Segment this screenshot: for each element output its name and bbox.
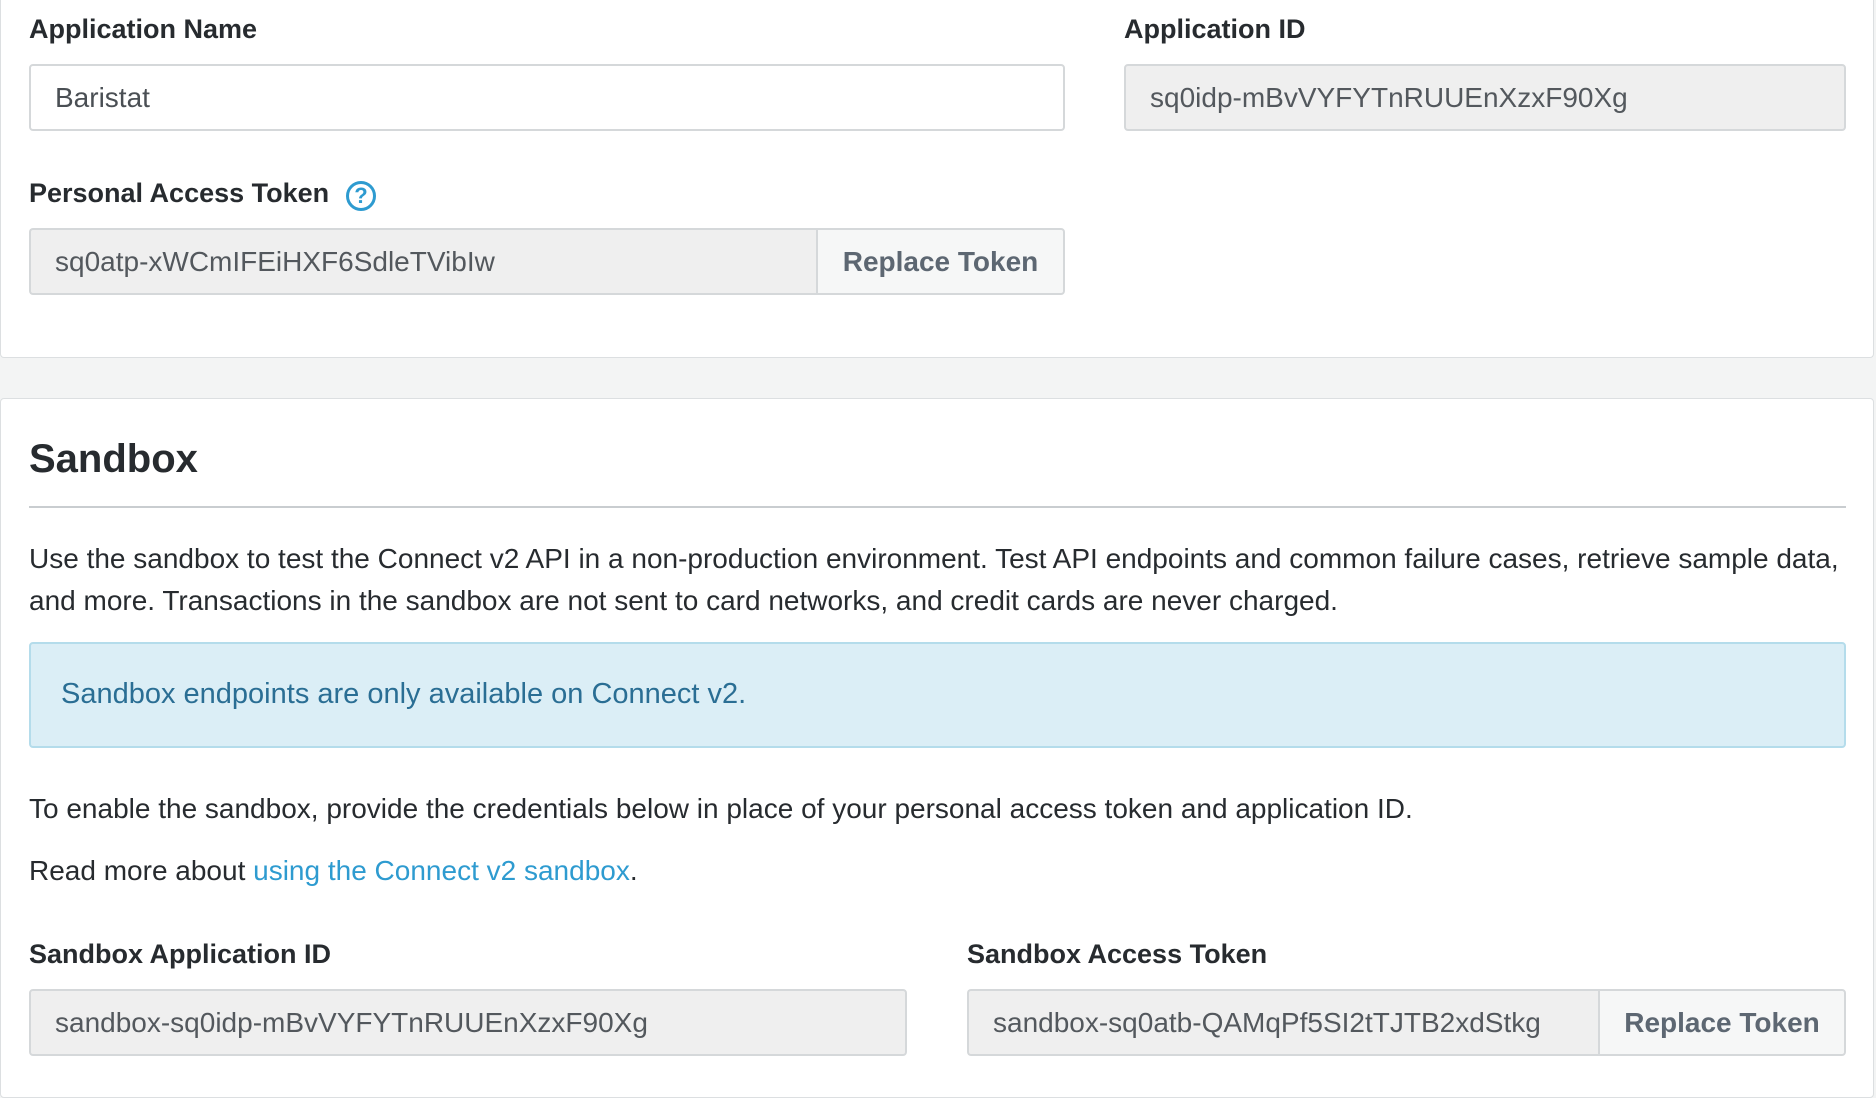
enable-sandbox-text: To enable the sandbox, provide the crede… bbox=[29, 793, 1413, 824]
application-id-label: Application ID bbox=[1124, 14, 1306, 44]
app-credentials-panel: Application Name Baristat Application ID… bbox=[0, 0, 1874, 358]
read-more-suffix: . bbox=[629, 855, 638, 886]
sandbox-application-id-field[interactable]: sandbox-sq0idp-mBvVYFYTnRUUEnXzxF90Xg bbox=[29, 989, 907, 1056]
sandbox-replace-token-button[interactable]: Replace Token bbox=[1598, 989, 1846, 1056]
application-name-label: Application Name bbox=[29, 14, 258, 44]
sandbox-docs-link[interactable]: using the Connect v2 sandbox bbox=[253, 855, 630, 886]
replace-token-button[interactable]: Replace Token bbox=[816, 228, 1065, 295]
application-name-input[interactable]: Baristat bbox=[29, 64, 1065, 131]
personal-access-token-label: Personal Access Token bbox=[29, 178, 330, 208]
read-more-text: Read more about using the Connect v2 san… bbox=[29, 850, 1859, 892]
help-icon[interactable]: ? bbox=[346, 181, 376, 211]
application-id-field[interactable]: sq0idp-mBvVYFYTnRUUEnXzxF90Xg bbox=[1124, 64, 1846, 131]
sandbox-description: Use the sandbox to test the Connect v2 A… bbox=[29, 543, 1839, 616]
sandbox-application-id-label: Sandbox Application ID bbox=[29, 939, 332, 969]
sandbox-panel: Sandbox Use the sandbox to test the Conn… bbox=[0, 398, 1874, 1098]
sandbox-divider bbox=[29, 506, 1846, 508]
sandbox-notice: Sandbox endpoints are only available on … bbox=[29, 642, 1846, 748]
sandbox-access-token-field[interactable]: sandbox-sq0atb-QAMqPf5SI2tTJTB2xdStkg bbox=[967, 989, 1599, 1056]
read-more-prefix: Read more about bbox=[29, 855, 254, 886]
sandbox-access-token-label: Sandbox Access Token bbox=[967, 939, 1268, 969]
sandbox-heading: Sandbox bbox=[29, 437, 198, 481]
personal-access-token-field[interactable]: sq0atp-xWCmIFEiHXF6SdleTVibIw bbox=[29, 228, 817, 295]
